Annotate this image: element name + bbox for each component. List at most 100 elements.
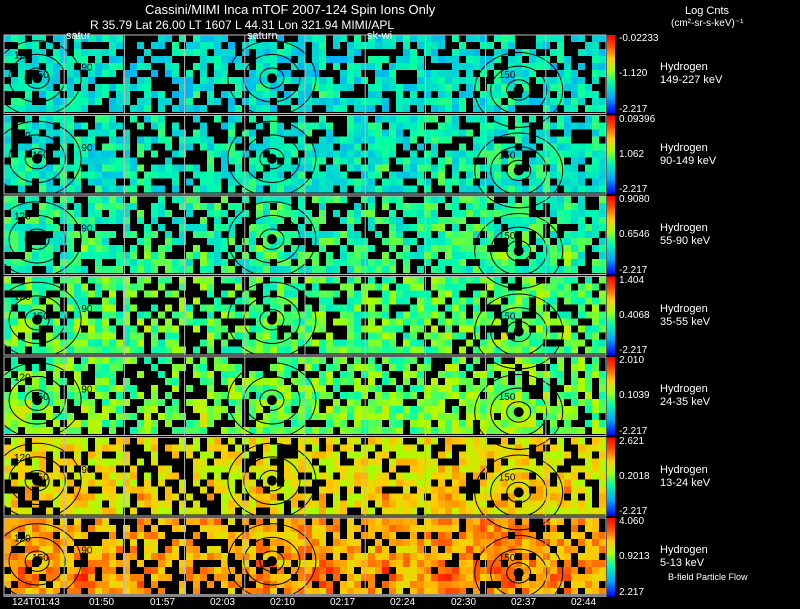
heatmap-cell bbox=[473, 493, 480, 501]
heatmap-cell bbox=[431, 70, 438, 77]
heatmap-cell bbox=[305, 318, 312, 326]
heatmap-cell bbox=[109, 164, 116, 172]
heatmap-cell bbox=[564, 318, 571, 326]
heatmap-cell bbox=[333, 56, 340, 63]
heatmap-cell bbox=[193, 532, 200, 539]
heatmap-cell bbox=[116, 385, 123, 392]
heatmap-cell bbox=[389, 210, 396, 217]
heatmap-cell bbox=[74, 451, 81, 459]
heatmap-cell bbox=[389, 532, 396, 539]
heatmap-cell bbox=[102, 185, 109, 193]
heatmap-cell bbox=[354, 413, 361, 420]
heatmap-cell bbox=[396, 157, 403, 165]
heatmap-cell bbox=[116, 364, 123, 371]
heatmap-cell bbox=[445, 553, 452, 560]
heatmap-cell bbox=[522, 266, 529, 273]
heatmap-cell bbox=[445, 259, 452, 266]
heatmap-cell bbox=[459, 196, 466, 203]
heatmap-cell bbox=[578, 311, 585, 319]
heatmap-cell bbox=[11, 259, 18, 266]
heatmap-cell bbox=[200, 406, 207, 413]
heatmap-cell bbox=[543, 451, 550, 459]
heatmap-cell bbox=[18, 399, 25, 406]
heatmap-cell bbox=[235, 77, 242, 84]
heatmap-cell bbox=[312, 290, 319, 298]
heatmap-cell bbox=[291, 472, 298, 480]
heatmap-cell bbox=[578, 364, 585, 371]
panel-species-label: Hydrogen bbox=[660, 61, 708, 74]
heatmap-cell bbox=[221, 77, 228, 84]
heatmap-cell bbox=[165, 318, 172, 326]
heatmap-cell bbox=[599, 217, 606, 224]
heatmap-cell bbox=[256, 143, 263, 151]
heatmap-cell bbox=[95, 588, 102, 595]
heatmap-cell bbox=[347, 465, 354, 473]
heatmap-cell bbox=[242, 238, 249, 245]
heatmap-cell bbox=[473, 210, 480, 217]
heatmap-cell bbox=[319, 185, 326, 193]
heatmap-cell bbox=[221, 304, 228, 312]
heatmap-cell bbox=[165, 276, 172, 284]
heatmap-cell bbox=[67, 567, 74, 574]
heatmap-cell bbox=[53, 437, 60, 445]
heatmap-cell bbox=[60, 518, 67, 525]
heatmap-cell bbox=[151, 304, 158, 312]
heatmap-cell bbox=[522, 217, 529, 224]
heatmap-cell bbox=[109, 196, 116, 203]
heatmap-cell bbox=[333, 399, 340, 406]
heatmap-cell bbox=[333, 238, 340, 245]
heatmap-cell bbox=[340, 231, 347, 238]
heatmap-cell bbox=[74, 49, 81, 56]
heatmap-cell bbox=[354, 406, 361, 413]
heatmap-cell bbox=[326, 581, 333, 588]
heatmap-cell bbox=[130, 245, 137, 252]
heatmap-cell bbox=[242, 196, 249, 203]
heatmap-cell bbox=[382, 371, 389, 378]
contour-label: 150 bbox=[499, 70, 516, 81]
heatmap-cell bbox=[326, 238, 333, 245]
heatmap-cell bbox=[389, 245, 396, 252]
heatmap-cell bbox=[389, 185, 396, 193]
heatmap-cell bbox=[389, 217, 396, 224]
heatmap-cell bbox=[74, 185, 81, 193]
heatmap-cell bbox=[270, 413, 277, 420]
heatmap-cell bbox=[158, 472, 165, 480]
heatmap-cell bbox=[270, 427, 277, 434]
heatmap-cell bbox=[193, 231, 200, 238]
heatmap-cell bbox=[599, 588, 606, 595]
heatmap-cell bbox=[88, 49, 95, 56]
heatmap-cell bbox=[109, 465, 116, 473]
heatmap-cell bbox=[466, 392, 473, 399]
heatmap-cell bbox=[368, 546, 375, 553]
heatmap-cell bbox=[214, 479, 221, 487]
heatmap-cell bbox=[438, 392, 445, 399]
heatmap-cell bbox=[487, 311, 494, 319]
heatmap-cell bbox=[32, 297, 39, 305]
heatmap-cell bbox=[109, 311, 116, 319]
heatmap-cell bbox=[382, 525, 389, 532]
heatmap-cell bbox=[466, 420, 473, 427]
heatmap-cell bbox=[291, 178, 298, 186]
heatmap-cell bbox=[319, 77, 326, 84]
heatmap-cell bbox=[452, 364, 459, 371]
heatmap-cell bbox=[438, 231, 445, 238]
heatmap-cell bbox=[501, 115, 508, 123]
heatmap-cell bbox=[599, 493, 606, 501]
heatmap-cell bbox=[347, 84, 354, 91]
heatmap-cell bbox=[277, 413, 284, 420]
heatmap-cell bbox=[46, 224, 53, 231]
heatmap-cell bbox=[137, 77, 144, 84]
heatmap-cell bbox=[88, 318, 95, 326]
heatmap-cell bbox=[235, 84, 242, 91]
heatmap-cell bbox=[193, 427, 200, 434]
heatmap-cell bbox=[410, 518, 417, 525]
heatmap-cell bbox=[214, 150, 221, 158]
heatmap-cell bbox=[403, 406, 410, 413]
heatmap-cell bbox=[298, 332, 305, 340]
heatmap-cell bbox=[571, 479, 578, 487]
heatmap-cell bbox=[137, 276, 144, 284]
heatmap-cell bbox=[564, 311, 571, 319]
heatmap-cell bbox=[375, 297, 382, 305]
heatmap-cell bbox=[207, 35, 214, 42]
heatmap-cell bbox=[214, 259, 221, 266]
